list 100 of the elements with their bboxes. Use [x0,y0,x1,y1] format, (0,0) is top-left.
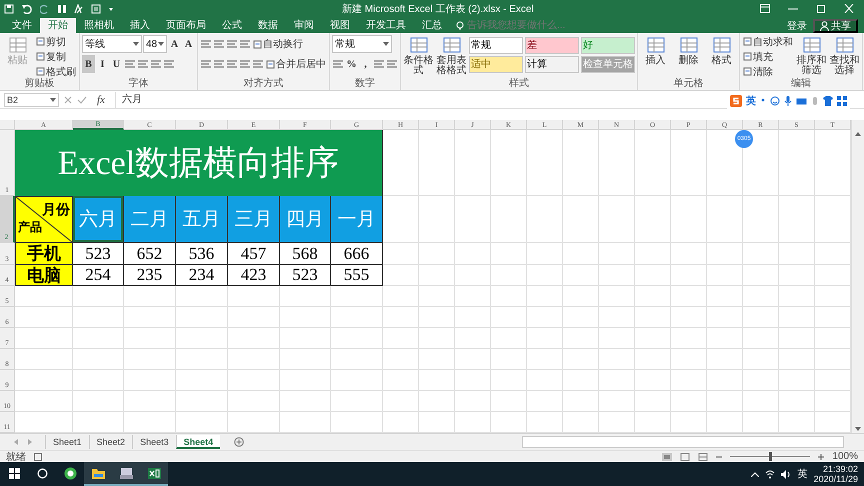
name-box[interactable]: B2 [4,92,59,106]
sheet-tab[interactable]: Sheet4 [176,435,220,449]
ribbon-tab[interactable]: 汇总 [414,18,450,33]
format-button[interactable]: % [345,55,358,73]
speaker-icon[interactable] [780,470,792,478]
cell-style[interactable]: 差 [525,37,579,54]
dropdown-icon[interactable] [108,6,114,12]
redo-icon[interactable] [40,4,50,14]
ribbon-button[interactable]: 自动求和 [742,35,794,48]
ribbon-tab[interactable]: 视图 [322,18,358,33]
cell-style[interactable]: 常规 [469,37,523,54]
ribbon-button[interactable]: 合并后居中 [265,55,327,73]
lines-icon[interactable] [226,58,238,70]
taskbar-app[interactable] [84,462,112,486]
lines-icon[interactable] [239,38,251,50]
undo-icon[interactable] [21,4,33,14]
cell-style[interactable]: 适中 [469,56,523,73]
zoom-out-icon[interactable] [716,454,722,460]
lines-icon[interactable] [332,58,344,70]
input-mode[interactable]: 英 [746,94,756,108]
ribbon-button[interactable]: 清除 [742,65,774,78]
sheet-tab[interactable]: Sheet1 [45,435,89,449]
ribbon-tab[interactable]: 公式 [214,18,250,33]
zoom-in-icon[interactable] [818,454,824,460]
clock[interactable]: 21:39:02 2020/11/29 [814,464,858,484]
lines-icon[interactable] [163,58,175,70]
ribbon-button[interactable]: 插入 [640,35,671,67]
up-arrow-icon[interactable] [855,132,861,136]
ribbon-button[interactable]: 复制 [35,50,67,63]
ribbon-button[interactable]: 套用表格格式 [436,35,467,77]
wifi-icon[interactable] [764,470,775,478]
apps-icon[interactable] [837,96,847,106]
ribbon-tab[interactable]: 页面布局 [158,18,214,33]
ribbon-tab[interactable]: 照相机 [76,18,122,33]
page-layout-icon[interactable] [680,452,690,460]
table-icon [712,36,730,54]
size-dropdown[interactable]: 48 [143,35,167,53]
ribbon-button[interactable]: 格式 [706,35,737,67]
caret-up-icon[interactable] [750,472,759,476]
ribbon-tab[interactable]: 审阅 [286,18,322,33]
down-arrow-icon[interactable] [855,427,861,431]
lines-icon[interactable] [137,58,149,70]
format-button[interactable]: B [82,55,95,73]
ribbon-button[interactable]: 排序和筛选 [796,35,827,77]
ribbon-button[interactable]: 格式刷 [35,65,77,78]
font-dropdown[interactable]: 常规 [332,35,392,53]
form-icon[interactable] [91,4,101,14]
tell-me-field[interactable]: 告诉我您想要做什么... [467,20,607,31]
ribbon-tab[interactable]: 数据 [250,18,286,33]
zoom-slider[interactable] [768,452,772,461]
insert-function-button[interactable]: fx [91,94,111,106]
ribbon-button[interactable]: 删除 [673,35,704,67]
horizontal-scrollbar[interactable] [522,436,844,448]
lines-icon[interactable] [386,58,398,70]
maximize-icon[interactable] [816,4,826,13]
lines-icon[interactable] [373,58,385,70]
sheet-tab[interactable]: Sheet2 [88,435,132,449]
taskbar-app[interactable] [140,462,168,486]
ribbon-button[interactable]: 填充 [742,50,774,63]
microphone-icon[interactable] [784,96,792,106]
ribbon-button[interactable]: 条件格式 [403,35,434,77]
cell-style[interactable]: 计算 [525,56,579,73]
ribbon-button[interactable]: 自动换行 [252,35,304,53]
font-dropdown[interactable]: 等线 [82,35,142,53]
sign-in-link[interactable]: 登录 [787,18,807,32]
normal-view-icon[interactable] [662,452,672,460]
input-language[interactable]: 英 [798,467,808,481]
lines-icon[interactable] [200,58,212,70]
cell-style[interactable]: 好 [581,37,635,54]
ribbon-tab[interactable]: 文件 [4,18,40,33]
format-button[interactable]: A [168,35,181,53]
close-icon[interactable] [844,4,854,13]
lines-icon[interactable] [226,38,238,50]
vertical-scrollbar[interactable] [851,120,864,433]
lines-icon[interactable] [200,38,212,50]
lines-icon[interactable] [252,58,264,70]
zoom-level[interactable]: 100% [832,451,858,462]
lines-icon[interactable] [124,58,136,70]
format-button[interactable]: I [96,55,109,73]
ribbon-tab[interactable]: 开始 [40,18,76,33]
lines-icon[interactable] [213,38,225,50]
shirt-icon[interactable] [823,96,833,106]
lines-icon[interactable] [150,58,162,70]
add-sheet-icon[interactable] [234,437,244,447]
page-break-icon[interactable] [698,452,708,460]
ribbon-tab[interactable]: 开发工具 [358,18,414,33]
lines-icon[interactable] [213,58,225,70]
format-button[interactable]: , [359,55,372,73]
ime-logo-icon[interactable] [730,95,742,107]
lines-icon[interactable] [239,58,251,70]
format-button[interactable]: U [110,55,123,73]
format-button[interactable]: A [182,35,195,53]
share-button[interactable]: 共享 [813,18,858,32]
smiley-icon[interactable] [770,96,780,106]
ribbon-tab[interactable]: 插入 [122,18,158,33]
ribbon-button[interactable]: 剪切 [35,35,67,48]
save-icon[interactable] [4,4,14,14]
ribbon-display-icon[interactable] [760,4,770,13]
check-icon[interactable] [77,94,87,104]
ribbon-button[interactable]: 查找和选择 [829,35,860,77]
